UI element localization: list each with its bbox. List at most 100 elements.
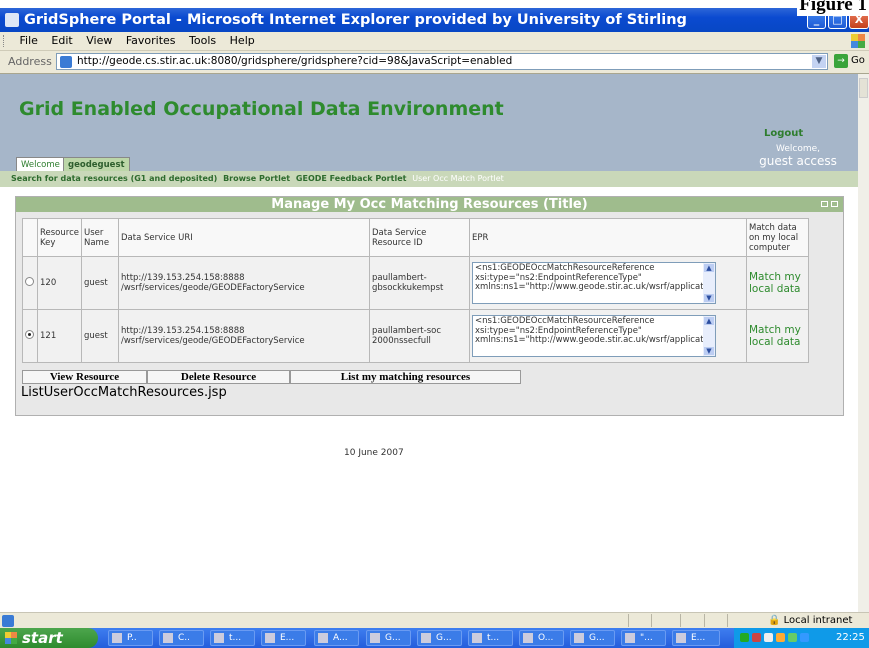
ie-icon bbox=[421, 633, 431, 643]
epr-textarea[interactable]: <ns1:GEODEOccMatchResourceReference xsi:… bbox=[471, 315, 716, 357]
menu-tools[interactable]: Tools bbox=[189, 34, 216, 47]
toolbar-grip[interactable] bbox=[3, 35, 6, 47]
taskbar-item-label: G... bbox=[589, 633, 605, 643]
menu-edit[interactable]: Edit bbox=[51, 34, 72, 47]
tray-icon[interactable] bbox=[800, 633, 809, 642]
tray-icon[interactable] bbox=[740, 633, 749, 642]
data-service-uri: http://139.153.254.158:8888 /wsrf/servic… bbox=[117, 256, 370, 310]
taskbar-item[interactable]: O... bbox=[519, 630, 564, 646]
address-dropdown-icon[interactable]: ▼ bbox=[812, 55, 826, 68]
scroll-up-icon[interactable]: ▲ bbox=[703, 317, 714, 325]
scrollbar-thumb[interactable] bbox=[859, 78, 868, 98]
taskbar-item[interactable]: A... bbox=[314, 630, 359, 646]
tab-geodeguest[interactable]: geodeguest bbox=[63, 157, 130, 171]
status-bar: 🔒 Local intranet bbox=[0, 612, 869, 629]
status-divider bbox=[704, 614, 705, 627]
maximize-portlet-icon[interactable] bbox=[831, 201, 838, 207]
data-service-uri: http://139.153.254.158:8888 /wsrf/servic… bbox=[117, 309, 370, 363]
subnav-search[interactable]: Search for data resources (G1 and deposi… bbox=[11, 174, 217, 183]
security-zone: 🔒 Local intranet bbox=[768, 615, 853, 626]
go-arrow-icon[interactable]: → bbox=[834, 54, 848, 68]
row-radio[interactable] bbox=[25, 277, 34, 286]
tray-icon[interactable] bbox=[788, 633, 797, 642]
user-name: guest bbox=[80, 256, 119, 310]
minimize-portlet-icon[interactable] bbox=[821, 201, 828, 207]
app-icon bbox=[265, 633, 275, 643]
menu-view[interactable]: View bbox=[86, 34, 112, 47]
subnav-browse[interactable]: Browse Portlet bbox=[223, 174, 290, 183]
site-title: Grid Enabled Occupational Data Environme… bbox=[19, 98, 504, 120]
taskbar-item[interactable]: t... bbox=[468, 630, 513, 646]
table-row: 120 guest http://139.153.254.158:8888 /w… bbox=[22, 256, 809, 310]
epr-scrollbar[interactable]: ▲ ▼ bbox=[702, 316, 715, 356]
clock: 22:25 bbox=[836, 632, 865, 643]
jsp-filename: ListUserOccMatchResources.jsp bbox=[21, 385, 227, 400]
subnav-feedback[interactable]: GEODE Feedback Portlet bbox=[296, 174, 407, 183]
portlet-title-bar: Manage My Occ Matching Resources (Title) bbox=[16, 197, 843, 212]
row-radio-selected[interactable] bbox=[25, 330, 34, 339]
taskbar-item-label: E... bbox=[280, 633, 295, 643]
logout-link[interactable]: Logout bbox=[764, 128, 803, 139]
scroll-down-icon[interactable]: ▼ bbox=[703, 294, 714, 302]
scroll-up-icon[interactable]: ▲ bbox=[703, 264, 714, 272]
sub-navigation: Search for data resources (G1 and deposi… bbox=[0, 171, 858, 187]
app-icon bbox=[523, 633, 533, 643]
tray-icon[interactable] bbox=[776, 633, 785, 642]
epr-text: <ns1:GEODEOccMatchResourceReference xsi:… bbox=[474, 263, 715, 292]
view-resource-button[interactable]: View Resource bbox=[22, 370, 147, 384]
match-local-data-link[interactable]: Match my local data bbox=[749, 271, 801, 295]
system-tray: 22:25 bbox=[734, 628, 869, 648]
taskbar-item[interactable]: E... bbox=[261, 630, 306, 646]
page-content: Grid Enabled Occupational Data Environme… bbox=[0, 74, 858, 612]
page-icon bbox=[60, 56, 72, 68]
taskbar-item[interactable]: C.. bbox=[159, 630, 204, 646]
address-url[interactable]: http://geode.cs.stir.ac.uk:8080/gridsphe… bbox=[77, 55, 512, 67]
taskbar-item[interactable]: G... bbox=[570, 630, 615, 646]
taskbar-item[interactable]: t... bbox=[210, 630, 255, 646]
menu-file[interactable]: File bbox=[20, 34, 38, 47]
address-bar: Address http://geode.cs.stir.ac.uk:8080/… bbox=[0, 51, 869, 74]
tray-icon[interactable] bbox=[752, 633, 761, 642]
col-resource-key: Resource Key bbox=[37, 218, 82, 257]
scroll-down-icon[interactable]: ▼ bbox=[703, 347, 714, 355]
window-titlebar[interactable]: GridSphere Portal - Microsoft Internet E… bbox=[0, 8, 869, 32]
portal-header: Grid Enabled Occupational Data Environme… bbox=[0, 74, 858, 171]
windows-flag-icon bbox=[5, 632, 17, 644]
subnav-occ-match[interactable]: User Occ Match Portlet bbox=[412, 174, 504, 183]
tab-welcome[interactable]: Welcome bbox=[16, 157, 65, 171]
ie-icon bbox=[574, 633, 584, 643]
taskbar-item-label: G... bbox=[436, 633, 452, 643]
figure-label: Figure 1 bbox=[797, 0, 869, 16]
app-icon bbox=[472, 633, 482, 643]
col-epr: EPR bbox=[468, 218, 747, 257]
address-input[interactable]: http://geode.cs.stir.ac.uk:8080/gridsphe… bbox=[56, 53, 828, 70]
zone-label: Local intranet bbox=[783, 615, 853, 626]
epr-scrollbar[interactable]: ▲ ▼ bbox=[702, 263, 715, 303]
go-button[interactable]: Go bbox=[851, 55, 865, 66]
taskbar-item[interactable]: G... bbox=[417, 630, 462, 646]
match-local-data-link[interactable]: Match my local data bbox=[749, 324, 801, 348]
page-scrollbar[interactable] bbox=[858, 74, 869, 612]
epr-cell: <ns1:GEODEOccMatchResourceReference xsi:… bbox=[468, 309, 747, 363]
taskbar-item[interactable]: E... bbox=[672, 630, 720, 646]
tray-icon[interactable] bbox=[764, 633, 773, 642]
taskbar-item[interactable]: "... bbox=[621, 630, 666, 646]
resource-key: 120 bbox=[37, 256, 82, 310]
menu-help[interactable]: Help bbox=[230, 34, 255, 47]
start-button[interactable]: start bbox=[0, 628, 98, 648]
taskbar-item[interactable]: G... bbox=[366, 630, 411, 646]
list-matching-resources-button[interactable]: List my matching resources bbox=[290, 370, 521, 384]
occ-match-portlet: Manage My Occ Matching Resources (Title)… bbox=[15, 196, 844, 416]
taskbar-item[interactable]: P.. bbox=[108, 630, 153, 646]
status-divider bbox=[727, 614, 728, 627]
menu-favorites[interactable]: Favorites bbox=[126, 34, 176, 47]
taskbar-item-label: O... bbox=[538, 633, 554, 643]
epr-textarea[interactable]: <ns1:GEODEOccMatchResourceReference xsi:… bbox=[471, 262, 716, 304]
portlet-title: Manage My Occ Matching Resources (Title) bbox=[271, 197, 588, 212]
address-label: Address bbox=[8, 55, 52, 68]
app-icon bbox=[214, 633, 224, 643]
resources-table: Resource Key User Name Data Service URI … bbox=[22, 218, 809, 363]
ie-icon bbox=[5, 13, 19, 27]
delete-resource-button[interactable]: Delete Resource bbox=[147, 370, 290, 384]
menu-bar: File Edit View Favorites Tools Help bbox=[0, 32, 869, 51]
